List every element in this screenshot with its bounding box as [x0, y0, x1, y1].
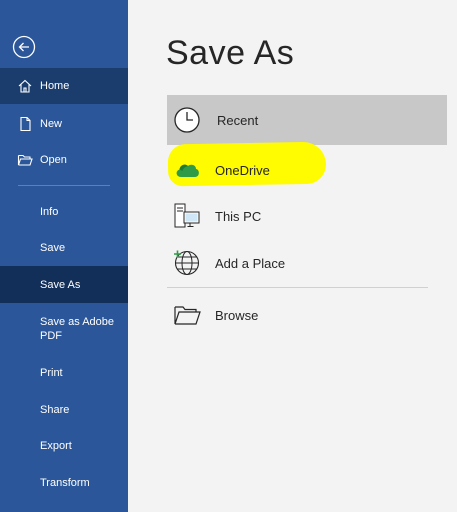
nav-share[interactable]: Share [0, 392, 128, 428]
nav-open-label: Open [40, 154, 67, 166]
nav-new[interactable]: New [0, 106, 128, 142]
nav-info-label: Info [40, 206, 59, 218]
back-arrow-icon[interactable] [12, 35, 36, 59]
nav-transform-label: Transform [40, 477, 90, 489]
nav-save-as-adobe-pdf[interactable]: Save as Adobe PDF [0, 306, 128, 352]
location-recent[interactable]: Recent [167, 95, 447, 145]
nav-share-label: Share [40, 404, 70, 416]
browse-folder-icon [174, 306, 201, 325]
location-onedrive-label: OneDrive [215, 162, 270, 178]
open-folder-icon [17, 154, 33, 166]
location-this-pc-label: This PC [215, 208, 262, 224]
location-this-pc[interactable]: This PC [167, 194, 447, 238]
nav-new-label: New [40, 118, 63, 130]
add-place-globe-icon [174, 250, 200, 276]
clock-icon [174, 107, 200, 133]
location-add-a-place-label: Add a Place [215, 255, 286, 271]
nav-save-as-label: Save As [40, 279, 81, 291]
nav-export[interactable]: Export [0, 428, 128, 464]
location-onedrive[interactable]: OneDrive [167, 148, 447, 192]
nav-info[interactable]: Info [0, 194, 128, 230]
nav-save-label: Save [40, 242, 66, 254]
nav-save-as-adobe-pdf-label: Save as Adobe PDF [40, 316, 115, 342]
nav-export-label: Export [40, 440, 72, 452]
nav-print[interactable]: Print [0, 355, 128, 391]
nav-home[interactable]: Home [0, 68, 128, 104]
nav-save-as[interactable]: Save As [0, 266, 128, 303]
locations-divider [167, 287, 428, 288]
save-as-panel: Save As Recent OneDrive This PC Add a Pl… [128, 0, 457, 512]
new-document-icon [20, 116, 31, 132]
this-pc-icon [174, 203, 200, 228]
nav-transform[interactable]: Transform [0, 465, 128, 501]
sidebar-divider [18, 185, 110, 186]
location-browse[interactable]: Browse [167, 293, 447, 337]
home-icon [18, 79, 32, 93]
backstage-sidebar: Home New Open Info Save Save As Save as … [0, 0, 128, 512]
onedrive-cloud-icon [176, 164, 199, 177]
location-add-a-place[interactable]: Add a Place [167, 241, 447, 285]
nav-print-label: Print [40, 367, 63, 379]
nav-home-label: Home [40, 80, 70, 92]
nav-save[interactable]: Save [0, 230, 128, 266]
page-title: Save As [166, 34, 295, 72]
location-recent-label: Recent [217, 112, 259, 128]
nav-open[interactable]: Open [0, 142, 128, 178]
location-browse-label: Browse [215, 307, 259, 323]
